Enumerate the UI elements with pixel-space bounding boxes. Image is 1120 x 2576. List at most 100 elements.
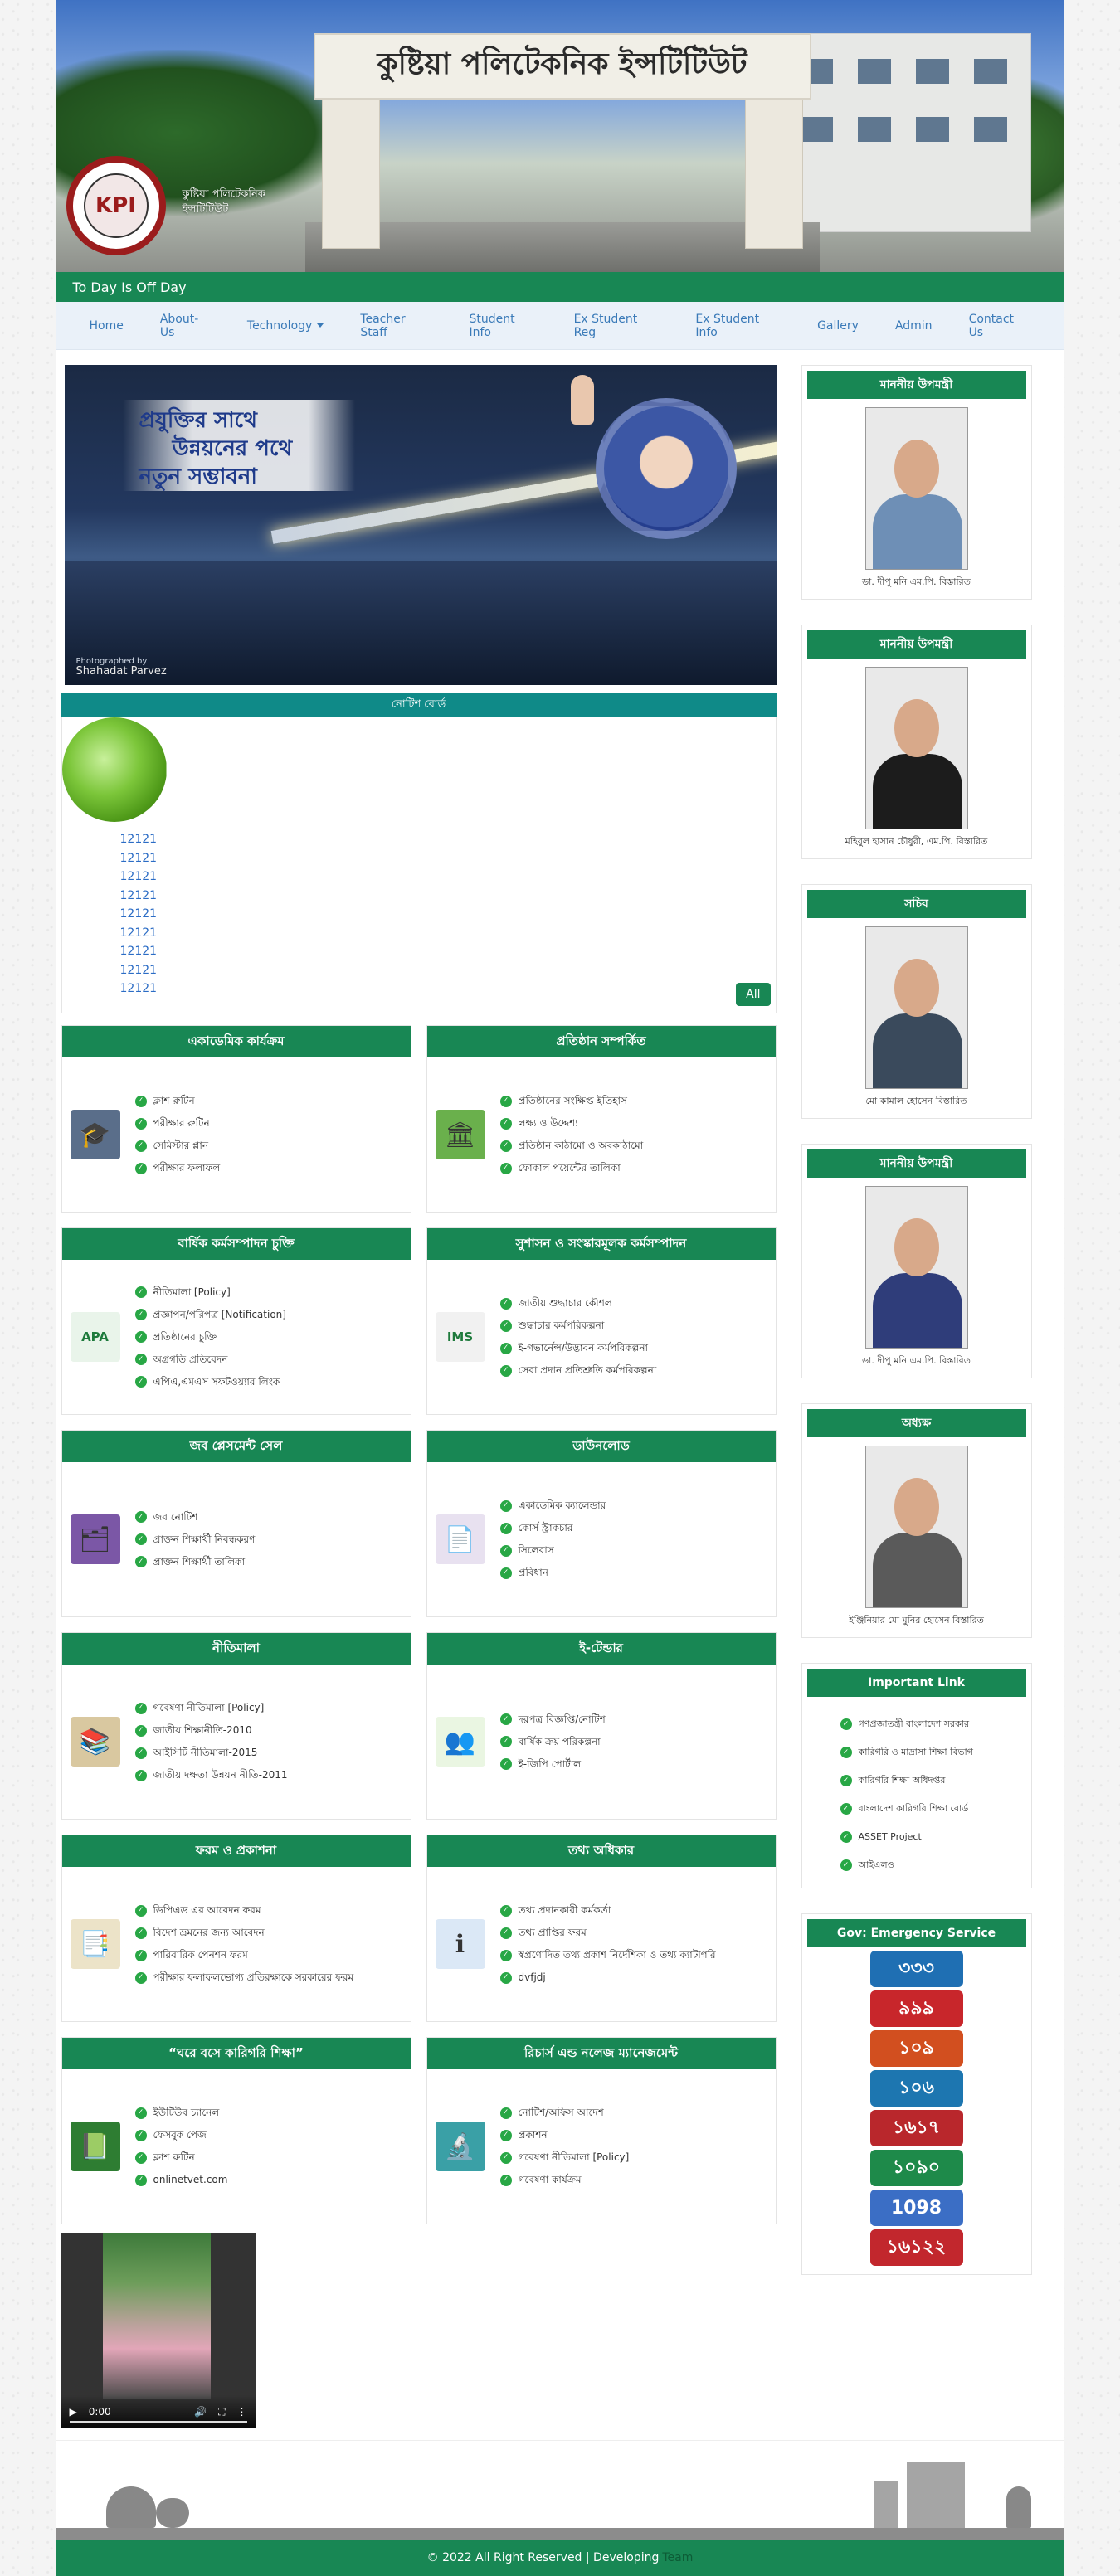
section-link[interactable]: ✓ প্রাক্তন শিক্ষার্থী তালিকা — [134, 1551, 256, 1573]
section-link[interactable]: ✓ আইসিটি নীতিমালা-2015 — [134, 1742, 288, 1764]
section-link[interactable]: ✓ প্রকাশন — [499, 2124, 630, 2146]
official-photo[interactable] — [864, 1446, 968, 1608]
official-caption[interactable]: ডা. দীপু মনি এম.পি. বিস্তারিত — [807, 1354, 1026, 1369]
section-link[interactable]: ✓ প্রবিধান — [499, 1562, 606, 1584]
section-link[interactable]: ✓ জব নোটিশ — [134, 1506, 256, 1529]
section-link[interactable]: ✓ বার্ষিক ক্রয় পরিকল্পনা — [499, 1731, 606, 1753]
section-link[interactable]: ✓ অগ্রগতি প্রতিবেদন — [134, 1349, 286, 1371]
nav-technology[interactable]: Technology — [229, 319, 342, 333]
section-link[interactable]: ✓ পরীক্ষার ফলাফল — [134, 1157, 220, 1179]
section-link[interactable]: ✓ তথ্য প্রাপ্তির ফরম — [499, 1922, 716, 1944]
nav-gallery[interactable]: Gallery — [799, 319, 877, 333]
video-player[interactable]: ▶ 0:00 🔊 ⛶ ⋮ — [61, 2233, 256, 2428]
emergency-hotline-badge[interactable]: ৩৩৩ — [869, 1951, 963, 1987]
nav-ex-student-info[interactable]: Ex Student Info — [677, 313, 799, 339]
section-link[interactable]: ✓ প্রতিষ্ঠানের চুক্তি — [134, 1326, 286, 1349]
section-link[interactable]: ✓ ডিপিএড এর আবেদন ফরম — [134, 1899, 354, 1922]
official-photo[interactable] — [864, 926, 968, 1089]
section-link[interactable]: ✓ প্রজ্ঞাপন/পরিপত্র [Notification] — [134, 1304, 286, 1326]
section-link[interactable]: ✓ পরীক্ষার রুটিন — [134, 1112, 221, 1135]
section-link[interactable]: ✓ ফেসবুক পেজ — [134, 2124, 228, 2146]
section-link[interactable]: ✓ তথ্য প্রদানকারী কর্মকর্তা — [499, 1899, 716, 1922]
section-link[interactable]: ✓ ক্লাশ রুটিন — [134, 1090, 221, 1112]
official-caption[interactable]: ডা. দীপু মনি এম.পি. বিস্তারিত — [807, 575, 1026, 591]
section-link[interactable]: ✓ ই-গভার্নেন্স/উদ্ভাবন কর্মপরিকল্পনা — [499, 1337, 657, 1359]
section-link[interactable]: ✓ প্রাক্তন শিক্ষার্থী নিবন্ধকরণ — [134, 1529, 255, 1551]
emergency-hotline-badge[interactable]: ১৬১২২ — [869, 2229, 963, 2266]
section-link[interactable]: ✓ পারিবারিক পেনশন ফরম — [134, 1944, 354, 1966]
section-link[interactable]: ✓ এপিএ,এমএস সফটওয়্যার লিংক — [134, 1371, 286, 1393]
section-link[interactable]: ✓ বিদেশ ভ্রমনের জন্য আবেদন — [134, 1922, 354, 1944]
notice-link[interactable]: 12121 — [120, 868, 158, 887]
notice-link[interactable]: 12121 — [120, 849, 158, 868]
section-link[interactable]: ✓ জাতীয় শিক্ষানীতি-2010 — [134, 1719, 288, 1742]
important-link[interactable]: ✓ গণপ্রজাতন্ত্রী বাংলাদেশ সরকার — [840, 1710, 1026, 1738]
more-options-icon[interactable]: ⋮ — [237, 2406, 247, 2418]
section-link[interactable]: ✓ সিলেবাস — [499, 1539, 606, 1562]
notice-link[interactable]: 12121 — [120, 887, 158, 906]
section-link[interactable]: ✓ গবেষণা নীতিমালা [Policy] — [499, 2146, 629, 2169]
notice-link[interactable]: 12121 — [120, 979, 158, 999]
developer-link[interactable]: Team — [662, 2551, 693, 2564]
section-link[interactable]: ✓ গবেষণা নীতিমালা [Policy] — [134, 1697, 288, 1719]
section-link[interactable]: ✓ dvfjdj — [499, 1966, 716, 1989]
section-link[interactable]: ✓ সেমিস্টার প্লান — [134, 1135, 221, 1157]
section-link[interactable]: ✓ কোর্স স্ট্রাকচার — [499, 1517, 606, 1539]
notice-link[interactable]: 12121 — [120, 961, 158, 980]
official-photo[interactable] — [864, 407, 968, 570]
section-link[interactable]: ✓ লক্ষ্য ও উদ্দেশ্য — [499, 1112, 644, 1135]
important-link[interactable]: ✓ বাংলাদেশ কারিগরি শিক্ষা বোর্ড — [840, 1795, 1026, 1823]
official-photo[interactable] — [864, 667, 968, 829]
nav-contact-us[interactable]: Contact Us — [951, 313, 1048, 339]
notice-link[interactable]: 12121 — [120, 924, 158, 943]
section-link[interactable]: ✓ onlinetvet.com — [134, 2169, 227, 2191]
important-link[interactable]: ✓ কারিগরি শিক্ষা অধিদপ্তর — [840, 1767, 1026, 1795]
section-link[interactable]: ✓ একাডেমিক ক্যালেন্ডার — [499, 1495, 606, 1517]
official-caption[interactable]: মহিবুল হাসান চৌধুরী, এম.পি. বিস্তারিত — [807, 834, 1026, 850]
emergency-hotline-badge[interactable]: ১০৬ — [869, 2070, 963, 2107]
nav-about-us[interactable]: About-Us — [142, 313, 229, 339]
section-link[interactable]: ✓ স্বপ্রণোদিত তথ্য প্রকাশ নির্দেশিকা ও তথ… — [499, 1944, 716, 1966]
notice-link[interactable]: 12121 — [120, 942, 158, 961]
hero-slider-image[interactable]: প্রযুক্তির সাথে উন্নয়নের পথে নতুন সম্ভা… — [64, 365, 777, 685]
video-progress-bar[interactable] — [69, 2421, 247, 2423]
emergency-hotline-badge[interactable]: ৯৯৯ — [869, 1990, 963, 2027]
nav-admin[interactable]: Admin — [877, 319, 951, 333]
important-link[interactable]: ✓ কারিগরি ও মাদ্রাসা শিক্ষা বিভাগ — [840, 1738, 1026, 1767]
important-link[interactable]: ✓ আইএলও — [840, 1851, 1026, 1879]
volume-icon[interactable]: 🔊 — [194, 2406, 207, 2418]
section-link[interactable]: ✓ পরীক্ষার ফলাফলভোগ্য প্রতিরক্ষাকে সরকারে… — [134, 1966, 353, 1989]
section-link[interactable]: ✓ দরপত্র বিজ্ঞপ্তি/নোটিশ — [499, 1708, 606, 1731]
official-caption[interactable]: ইঞ্জিনিয়ার মো মুনির হোসেন বিস্তারিত — [807, 1613, 1026, 1629]
section-link[interactable]: ✓ জাতীয় দক্ষতা উন্নয়ন নীতি-2011 — [134, 1764, 288, 1786]
nav-home[interactable]: Home — [73, 319, 142, 333]
section-link[interactable]: ✓ ক্লাশ রুটিন — [134, 2146, 228, 2169]
section-link[interactable]: ✓ গবেষণা কার্যক্রম — [499, 2169, 630, 2191]
all-notices-button[interactable]: All — [736, 983, 771, 1006]
emergency-hotline-badge[interactable]: ১০৯০ — [869, 2150, 963, 2186]
emergency-hotline-badge[interactable]: ১৬১৭ — [869, 2110, 963, 2146]
institute-logo[interactable]: KPI — [66, 156, 166, 255]
section-link[interactable]: ✓ শুদ্ধাচার কর্মপরিকল্পনা — [499, 1315, 657, 1337]
section-link[interactable]: ✓ ফোকাল পয়েন্টের তালিকা — [499, 1157, 644, 1179]
section-link[interactable]: ✓ ইউটিউব চ্যানেল — [134, 2102, 228, 2124]
nav-student-info[interactable]: Student Info — [450, 313, 555, 339]
nav-teacher-staff[interactable]: Teacher Staff — [342, 313, 450, 339]
fullscreen-icon[interactable]: ⛶ — [218, 2406, 225, 2418]
section-link[interactable]: ✓ প্রতিষ্ঠান কাঠামো ও অবকাঠামো — [499, 1135, 643, 1157]
section-link[interactable]: ✓ সেবা প্রদান প্রতিশ্রুতি কর্মপরিকল্পনা — [499, 1359, 656, 1382]
notice-link[interactable]: 12121 — [120, 905, 158, 924]
section-link[interactable]: ✓ জাতীয় শুদ্ধাচার কৌশল — [499, 1292, 657, 1315]
important-link[interactable]: ✓ ASSET Project — [840, 1823, 1026, 1851]
nav-ex-student-reg[interactable]: Ex Student Reg — [556, 313, 678, 339]
section-link[interactable]: ✓ নীতিমালা [Policy] — [134, 1281, 286, 1304]
emergency-hotline-badge[interactable]: ১০৯ — [869, 2030, 963, 2067]
section-link[interactable]: ✓ নোটিশ/অফিস আদেশ — [499, 2102, 630, 2124]
play-icon[interactable]: ▶ — [70, 2406, 77, 2418]
official-photo[interactable] — [864, 1186, 968, 1349]
section-link[interactable]: ✓ ই-জিপি পোর্টাল — [499, 1753, 606, 1776]
section-link[interactable]: ✓ প্রতিষ্ঠানের সংক্ষিপ্ত ইতিহাস — [499, 1090, 644, 1112]
notice-link[interactable]: 12121 — [120, 830, 158, 849]
emergency-hotline-badge[interactable]: 1098 — [869, 2190, 963, 2226]
official-caption[interactable]: মো কামাল হোসেন বিস্তারিত — [807, 1094, 1026, 1110]
